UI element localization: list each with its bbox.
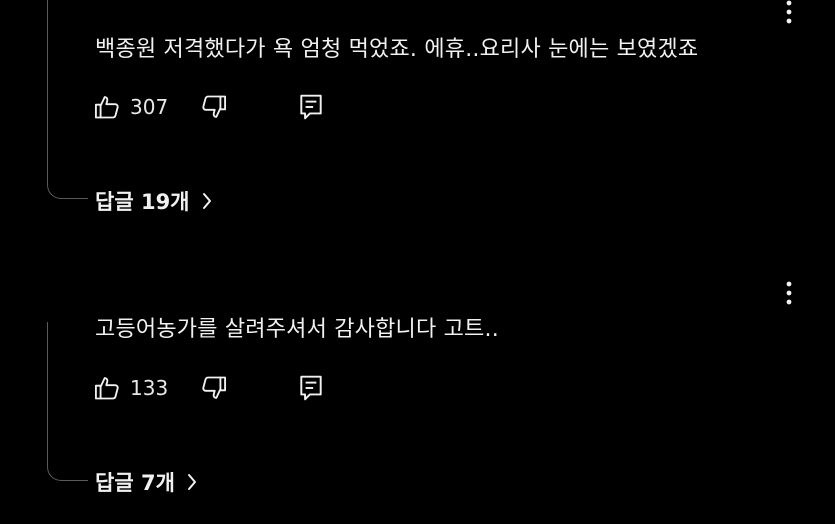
thread-line [47, 0, 88, 199]
view-replies-button[interactable]: 답글 7개 [95, 467, 199, 497]
thumbs-down-icon [202, 376, 227, 399]
comment-more-button[interactable] [780, 0, 798, 26]
like-count: 133 [130, 376, 169, 400]
more-vertical-icon [786, 281, 792, 305]
thumbs-up-icon [94, 96, 119, 119]
like-button[interactable]: 133 [93, 374, 168, 402]
view-replies-button[interactable]: 답글 19개 [95, 186, 214, 216]
dislike-button[interactable] [200, 93, 228, 121]
thumbs-down-icon [202, 95, 227, 118]
comment-text: 고등어농가를 살려주셔서 감사합니다 고트.. [95, 317, 499, 342]
comment-more-button[interactable] [780, 281, 798, 307]
dislike-button[interactable] [200, 374, 228, 402]
like-button[interactable]: 307 [93, 93, 168, 121]
replies-count-label: 답글 7개 [95, 471, 175, 495]
chevron-right-icon [185, 471, 199, 493]
comment-reply-icon [300, 94, 322, 120]
chevron-right-icon [200, 190, 214, 212]
like-count: 307 [130, 95, 169, 119]
comment-actions: 307 [93, 90, 324, 124]
comment-reply-icon [300, 375, 322, 401]
more-vertical-icon [786, 0, 792, 24]
replies-count-label: 답글 19개 [95, 190, 190, 214]
thread-line [47, 322, 88, 481]
reply-button[interactable] [298, 374, 324, 402]
reply-button[interactable] [298, 93, 324, 121]
comment-actions: 133 [93, 371, 324, 405]
comment-text: 백종원 저격했다가 욕 엄청 먹었죠. 에휴..요리사 눈에는 보였겠죠 [95, 37, 699, 62]
thumbs-up-icon [94, 377, 119, 400]
